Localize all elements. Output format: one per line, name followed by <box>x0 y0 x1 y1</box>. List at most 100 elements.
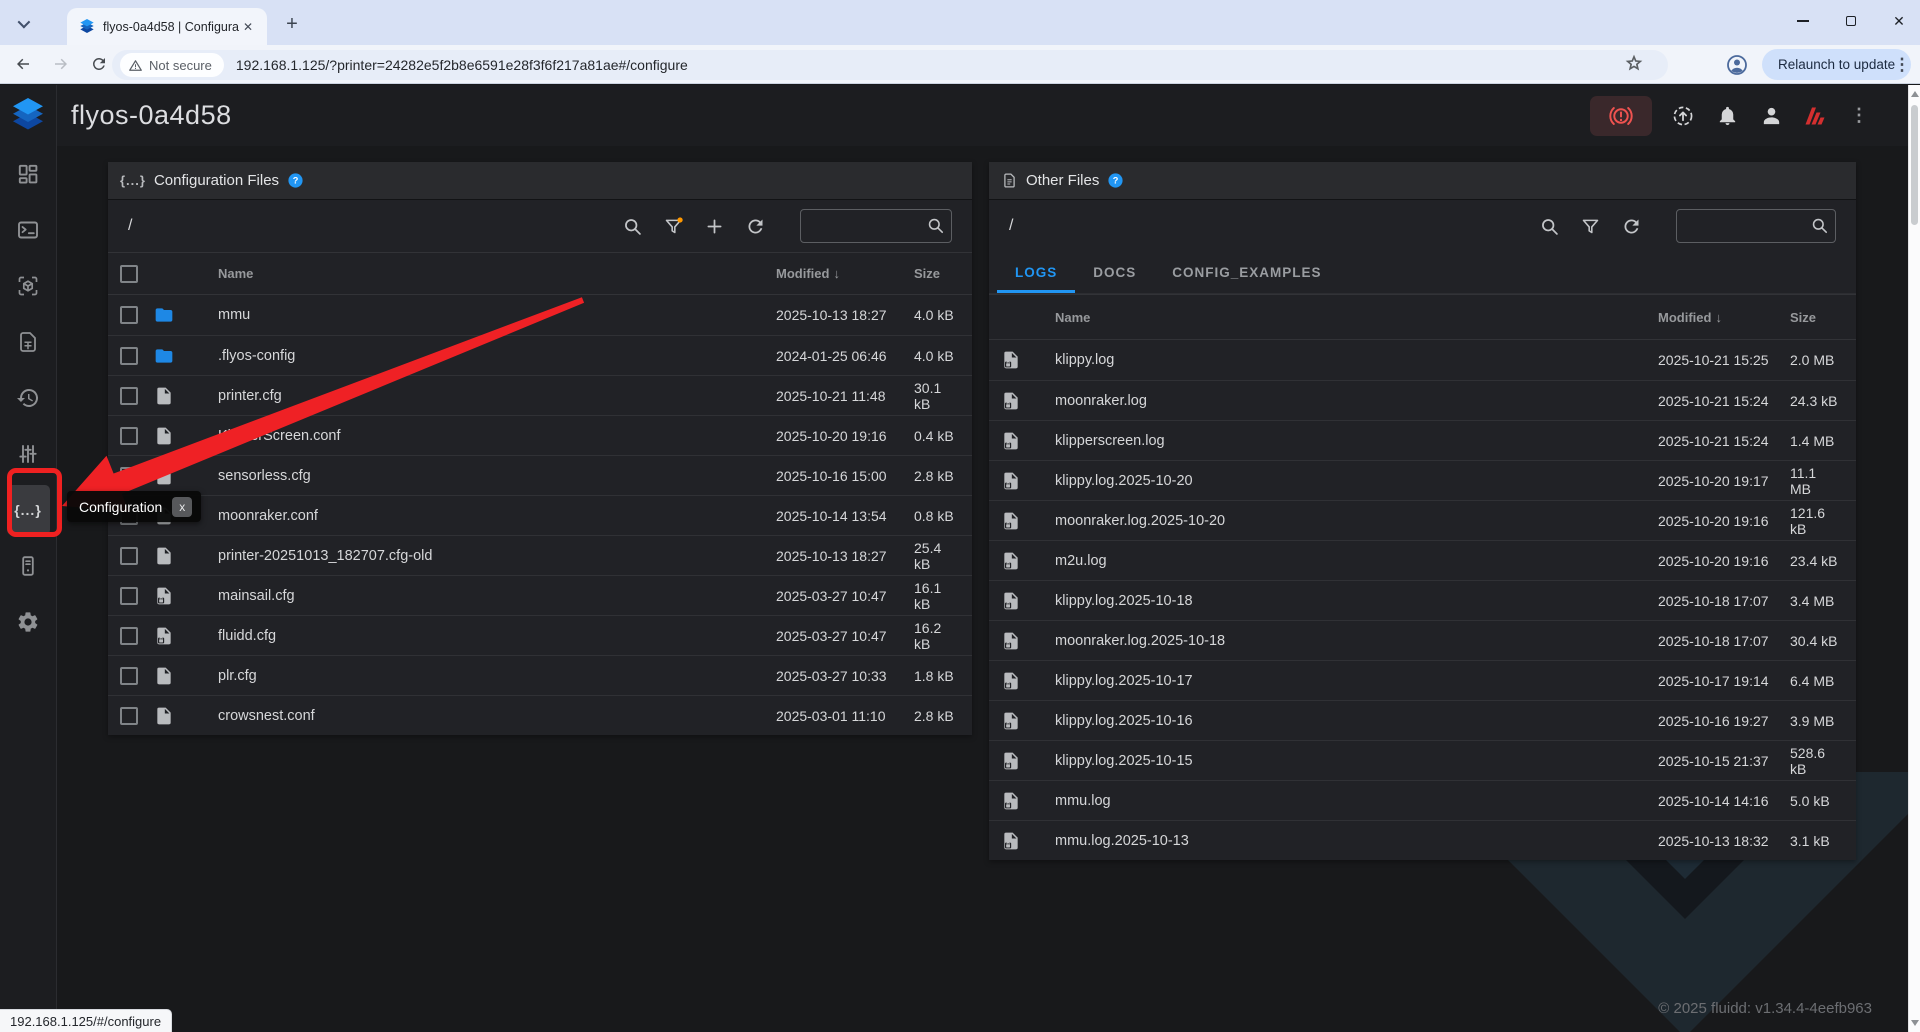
user-account-button[interactable] <box>1758 103 1784 129</box>
sidebar-item-dashboard[interactable] <box>0 146 56 202</box>
table-row[interactable]: klipperscreen.log2025-10-21 15:241.4 MB <box>989 420 1856 460</box>
column-header-modified[interactable]: Modified↓ <box>1658 310 1782 325</box>
table-row[interactable]: mmu.log.2025-10-132025-10-13 18:323.1 kB <box>989 820 1856 860</box>
file-icon <box>154 466 200 486</box>
file-name: mmu.log <box>1043 793 1658 809</box>
klipper-logo-icon[interactable] <box>1802 103 1828 129</box>
forward-button[interactable] <box>46 49 76 79</box>
table-row[interactable]: moonraker.log.2025-10-182025-10-18 17:07… <box>989 620 1856 660</box>
row-checkbox[interactable] <box>120 387 138 405</box>
table-row[interactable]: KlipperScreen.conf2025-10-20 19:160.4 kB <box>108 415 972 455</box>
table-row[interactable]: mainsail.cfg2025-03-27 10:4716.1 kB <box>108 575 972 615</box>
row-checkbox[interactable] <box>120 667 138 685</box>
reload-button[interactable] <box>84 49 114 79</box>
table-row[interactable]: klippy.log.2025-10-202025-10-20 19:1711.… <box>989 460 1856 500</box>
fluidd-logo[interactable] <box>0 85 57 146</box>
table-row[interactable]: klippy.log2025-10-21 15:252.0 MB <box>989 340 1856 380</box>
refresh-icon[interactable] <box>1619 214 1643 238</box>
table-row[interactable]: moonraker.log2025-10-21 15:2424.3 kB <box>989 380 1856 420</box>
file-name: fluidd.cfg <box>200 628 776 644</box>
scroll-up-arrow-icon[interactable] <box>1911 91 1919 97</box>
help-icon[interactable]: ? <box>1107 172 1124 189</box>
filter-icon[interactable] <box>1578 214 1602 238</box>
sidebar-item-console[interactable] <box>0 202 56 258</box>
relaunch-to-update-button[interactable]: Relaunch to update <box>1762 49 1911 80</box>
app-menu-kebab-icon[interactable]: ⋮ <box>1846 103 1872 129</box>
panel-title: Other Files <box>1026 172 1099 189</box>
refresh-icon[interactable] <box>743 214 767 238</box>
table-row[interactable]: sensorless.cfg2025-10-16 15:002.8 kB <box>108 455 972 495</box>
row-checkbox[interactable] <box>120 627 138 645</box>
table-row[interactable]: fluidd.cfg2025-03-27 10:4716.2 kB <box>108 615 972 655</box>
browser-tab[interactable]: flyos-0a4d58 | Configuration ✕ <box>67 8 267 45</box>
bookmark-star-icon[interactable] <box>1624 53 1644 73</box>
table-row[interactable]: printer.cfg2025-10-21 11:4830.1 kB <box>108 375 972 415</box>
emergency-stop-button[interactable] <box>1590 96 1652 136</box>
table-row[interactable]: mmu2025-10-13 18:274.0 kB <box>108 295 972 335</box>
sidebar-item-settings[interactable] <box>0 594 56 650</box>
column-header-modified[interactable]: Modified↓ <box>776 266 898 281</box>
tab-logs[interactable]: LOGS <box>997 252 1075 293</box>
table-row[interactable]: klippy.log.2025-10-182025-10-18 17:073.4… <box>989 580 1856 620</box>
sidebar-item-preview[interactable] <box>0 258 56 314</box>
row-checkbox[interactable] <box>120 467 138 485</box>
row-checkbox[interactable] <box>120 707 138 725</box>
tab-search-button[interactable] <box>10 12 34 34</box>
file-name: mmu.log.2025-10-13 <box>1043 833 1658 849</box>
file-lock-icon <box>1001 831 1043 851</box>
row-checkbox[interactable] <box>120 547 138 565</box>
tab-close-icon[interactable]: ✕ <box>239 18 257 36</box>
row-checkbox[interactable] <box>120 587 138 605</box>
sidebar-item-history[interactable] <box>0 370 56 426</box>
filter-icon[interactable] <box>661 214 685 238</box>
tab-config_examples[interactable]: CONFIG_EXAMPLES <box>1154 252 1339 293</box>
security-chip[interactable]: Not secure <box>120 53 224 77</box>
help-icon[interactable]: ? <box>287 172 304 189</box>
table-row[interactable]: plr.cfg2025-03-27 10:331.8 kB <box>108 655 972 695</box>
file-lock-icon <box>1001 671 1043 691</box>
table-row[interactable]: printer-20251013_182707.cfg-old2025-10-1… <box>108 535 972 575</box>
table-row[interactable]: .flyos-config2024-01-25 06:464.0 kB <box>108 335 972 375</box>
column-header-name[interactable]: Name <box>200 266 776 281</box>
table-row[interactable]: mmu.log2025-10-14 14:165.0 kB <box>989 780 1856 820</box>
table-row[interactable]: klippy.log.2025-10-162025-10-16 19:273.9… <box>989 700 1856 740</box>
table-row[interactable]: moonraker.log.2025-10-202025-10-20 19:16… <box>989 500 1856 540</box>
address-bar[interactable]: Not secure 192.168.1.125/?printer=24282e… <box>112 50 1668 80</box>
scroll-down-arrow-icon[interactable] <box>1911 1020 1919 1026</box>
tooltip-close-button[interactable]: x <box>172 497 192 517</box>
browser-profile-icon[interactable] <box>1720 49 1754 81</box>
window-close-button[interactable]: ✕ <box>1886 8 1912 34</box>
search-icon[interactable] <box>1537 214 1561 238</box>
table-row[interactable]: m2u.log2025-10-20 19:1623.4 kB <box>989 540 1856 580</box>
file-icon <box>154 706 200 726</box>
current-path[interactable]: / <box>128 217 132 235</box>
row-checkbox[interactable] <box>120 427 138 445</box>
window-minimize-button[interactable] <box>1790 8 1816 34</box>
tab-docs[interactable]: DOCS <box>1075 252 1154 293</box>
file-size: 30.1 kB <box>898 380 958 412</box>
add-file-icon[interactable] <box>702 214 726 238</box>
notifications-button[interactable] <box>1714 103 1740 129</box>
file-name: klipperscreen.log <box>1043 433 1658 449</box>
table-row[interactable]: moonraker.conf2025-10-14 13:540.8 kB <box>108 495 972 535</box>
browser-menu-kebab-icon[interactable]: ⋮ <box>1892 52 1912 78</box>
table-row[interactable]: crowsnest.conf2025-03-01 11:102.8 kB <box>108 695 972 735</box>
scrollbar-thumb[interactable] <box>1911 105 1918 225</box>
select-all-checkbox[interactable] <box>120 265 138 283</box>
sidebar-item-system[interactable] <box>0 538 56 594</box>
back-button[interactable] <box>8 49 38 79</box>
upload-locate-button[interactable] <box>1670 103 1696 129</box>
search-icon[interactable] <box>620 214 644 238</box>
row-checkbox[interactable] <box>120 347 138 365</box>
new-tab-button[interactable]: + <box>280 12 304 36</box>
column-header-size[interactable]: Size <box>898 266 958 281</box>
column-header-size[interactable]: Size <box>1782 310 1840 325</box>
column-header-name[interactable]: Name <box>1043 310 1658 325</box>
page-scrollbar[interactable] <box>1908 85 1920 1032</box>
table-row[interactable]: klippy.log.2025-10-152025-10-15 21:37528… <box>989 740 1856 780</box>
row-checkbox[interactable] <box>120 306 138 324</box>
current-path[interactable]: / <box>1009 217 1013 235</box>
table-row[interactable]: klippy.log.2025-10-172025-10-17 19:146.4… <box>989 660 1856 700</box>
sidebar-item-jobs[interactable] <box>0 314 56 370</box>
window-restore-button[interactable] <box>1838 8 1864 34</box>
